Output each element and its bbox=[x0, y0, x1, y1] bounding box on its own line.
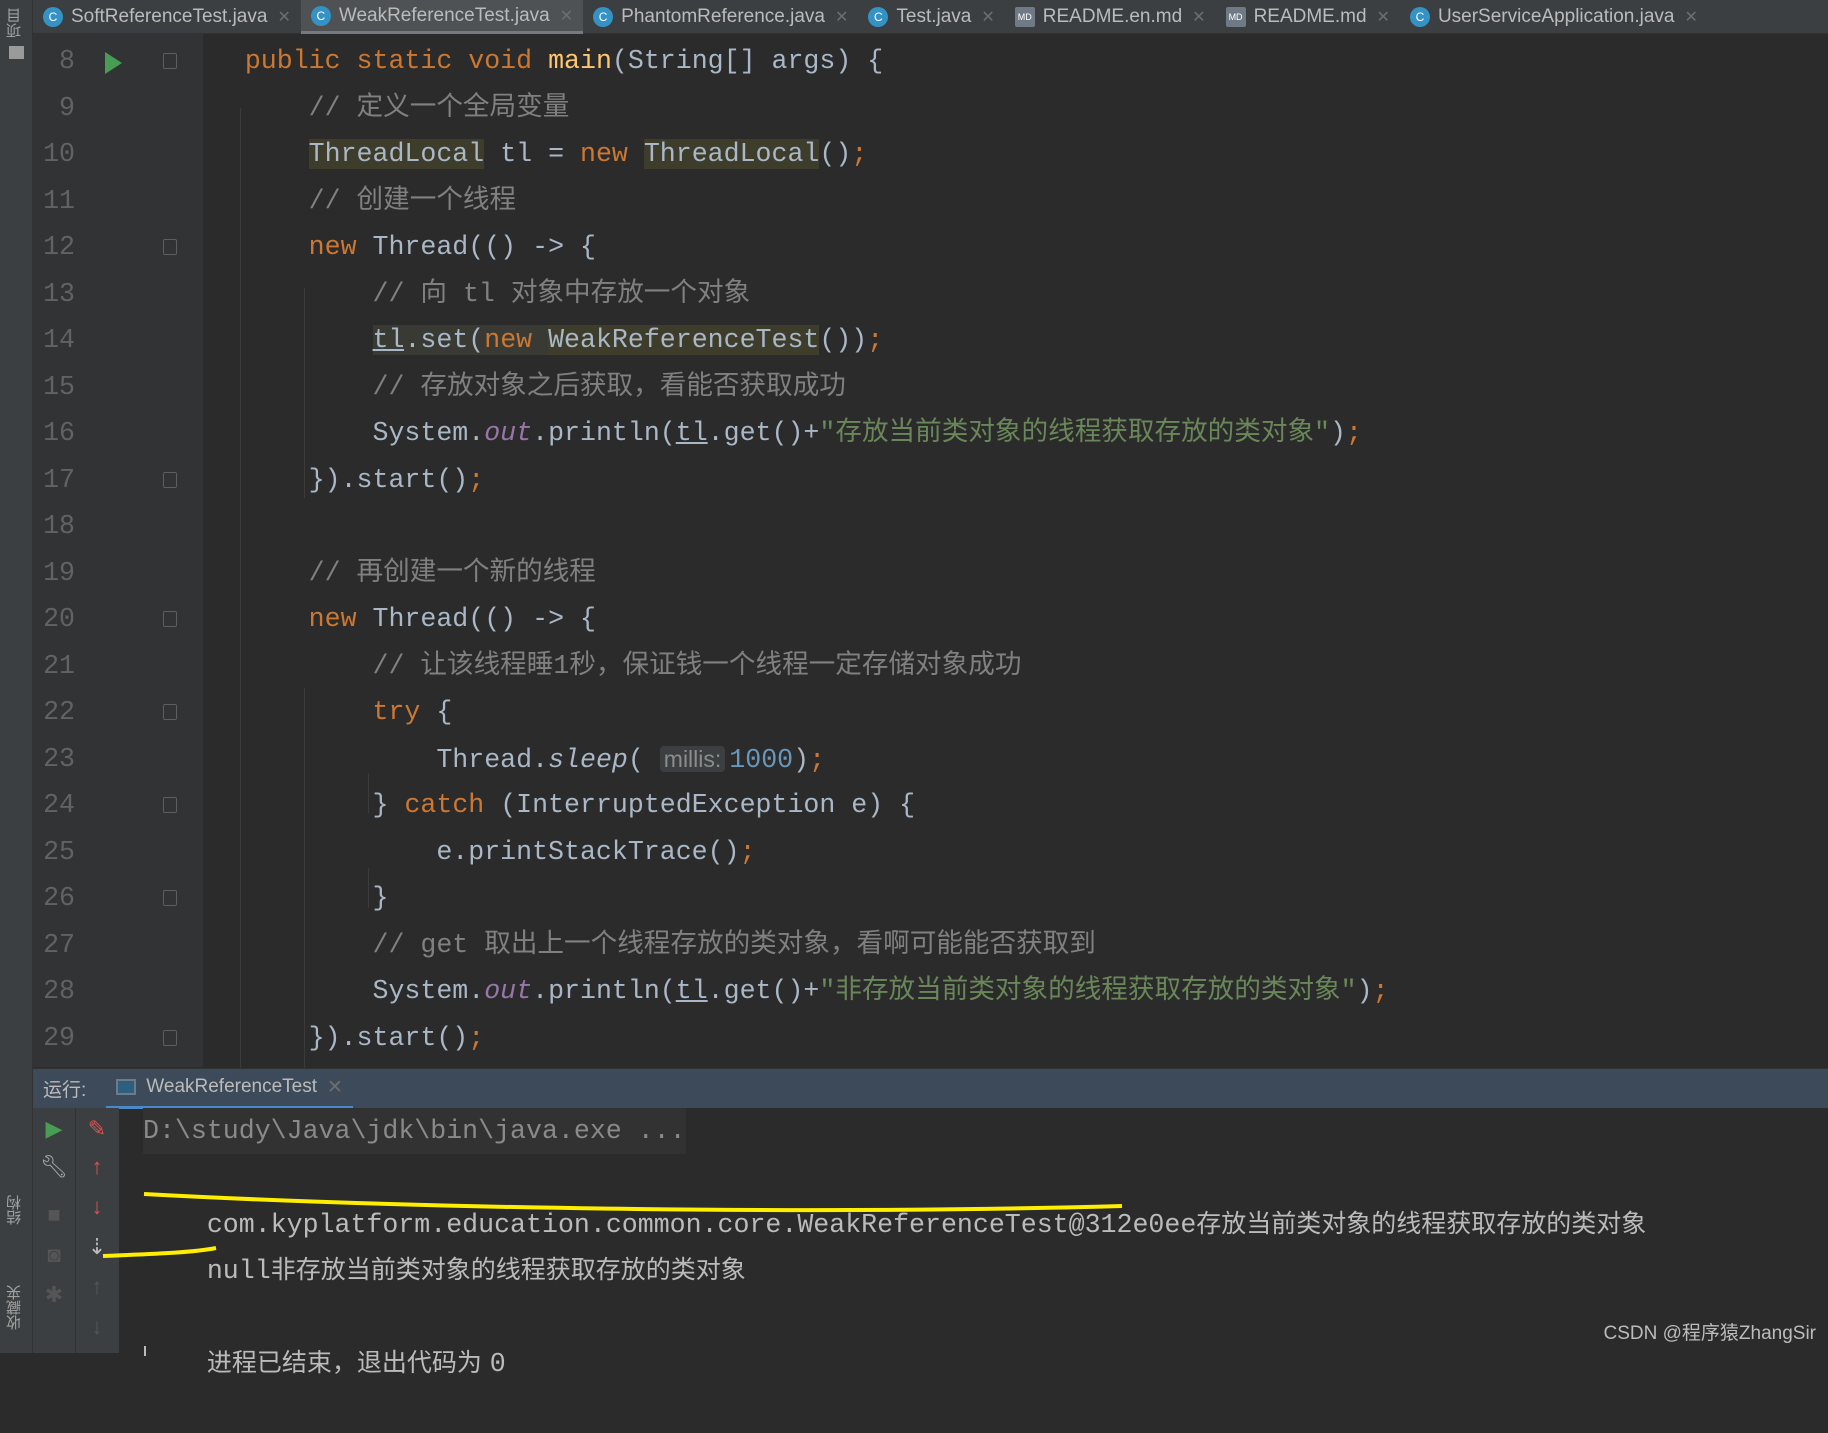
annotation-layer bbox=[102, 1192, 1123, 1258]
highlight-underline bbox=[102, 1246, 217, 1258]
highlight-underline bbox=[143, 1192, 1123, 1213]
exit-code: 0 bbox=[489, 1349, 506, 1379]
watermark: CSDN @程序猿ZhangSir bbox=[1603, 1323, 1817, 1344]
